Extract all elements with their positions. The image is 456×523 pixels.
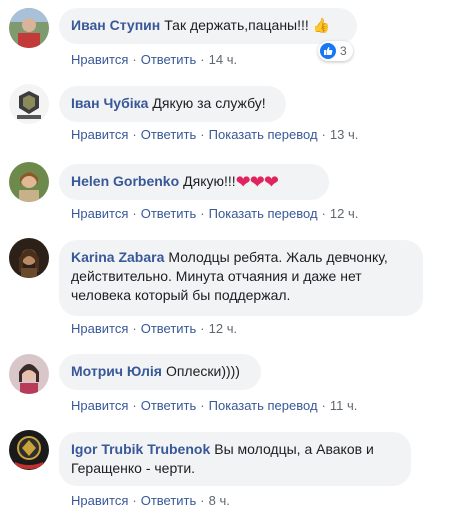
timestamp[interactable]: 12 ч. [330,206,358,221]
reaction-count-value: 3 [340,44,347,58]
separator: · [132,52,137,67]
comment-author[interactable]: Іван Чубіка [71,95,148,111]
separator: · [200,398,205,413]
comment-actions: Нравится · Ответить · Показать перевод · 11 ч. [71,398,357,414]
comment-bubble: Karina Zabara Молодцы ребята. Жаль девчон… [59,240,423,316]
avatar[interactable] [9,8,49,48]
separator: · [200,127,205,142]
avatar-person-icon [9,354,49,394]
comment-text: Так держать,пацаны!!! [164,17,313,33]
separator: · [200,493,205,508]
separator: · [200,206,205,221]
timestamp[interactable]: 12 ч. [209,321,237,336]
comment-text: Дякую за службу! [152,95,266,111]
avatar[interactable] [9,354,49,394]
like-link[interactable]: Нравится [71,206,128,221]
avatar[interactable] [9,84,49,124]
reply-link[interactable]: Ответить [141,493,197,508]
separator: · [200,321,205,336]
like-reaction-icon [320,43,336,59]
reply-link[interactable]: Ответить [141,398,197,413]
avatar-person-icon [9,162,49,202]
see-translation-link[interactable]: Показать перевод [209,127,318,142]
thumbs-up-emoji: 👍 [312,18,331,34]
timestamp[interactable]: 13 ч. [330,127,358,142]
avatar[interactable] [9,430,49,470]
comment-author[interactable]: Иван Ступин [71,17,160,33]
reply-link[interactable]: Ответить [141,127,197,142]
comment-author[interactable]: Мотрич Юлія [71,363,162,379]
reply-link[interactable]: Ответить [141,206,197,221]
separator: · [200,52,205,67]
separator: · [321,127,326,142]
reaction-count[interactable]: 3 [318,41,353,61]
avatar-badge-icon [9,84,49,124]
comment-author[interactable]: Igor Trubik Trubenok [71,441,210,457]
like-link[interactable]: Нравится [71,127,128,142]
comment-actions: Нравится · Ответить · Показать перевод · 12 ч. [71,206,358,222]
separator: · [132,127,137,142]
separator: · [132,321,137,336]
comment-bubble: Igor Trubik Trubenok Вы молодцы, а Аваков… [59,432,411,486]
timestamp[interactable]: 8 ч. [209,493,230,508]
avatar[interactable] [9,238,49,278]
comment-text: Дякую!!! [183,173,236,189]
comment-actions: Нравится · Ответить · 12 ч. [71,321,237,337]
like-link[interactable]: Нравится [71,493,128,508]
separator: · [321,398,326,413]
comment-actions: Нравится · Ответить · 8 ч. [71,493,230,509]
like-link[interactable]: Нравится [71,52,128,67]
avatar-person-icon [9,8,49,48]
like-link[interactable]: Нравится [71,398,128,413]
timestamp[interactable]: 14 ч. [209,52,237,67]
separator: · [132,493,137,508]
comment-actions: Нравится · Ответить · Показать перевод · 13 ч. [71,127,358,143]
comment-author[interactable]: Karina Zabara [71,249,164,265]
comment-bubble: Мотрич Юлія Оплески)))) [59,354,261,390]
timestamp[interactable]: 11 ч. [330,398,358,413]
see-translation-link[interactable]: Показать перевод [209,398,318,413]
comment-bubble: Іван Чубіка Дякую за службу! [59,86,286,122]
reply-link[interactable]: Ответить [141,52,197,67]
separator: · [132,398,137,413]
avatar-person-icon [9,238,49,278]
comment-actions: Нравится · Ответить · 14 ч. [71,52,237,68]
reply-link[interactable]: Ответить [141,321,197,336]
comment-bubble: Иван Ступин Так держать,пацаны!!! 👍 [59,8,357,44]
see-translation-link[interactable]: Показать перевод [209,206,318,221]
comment-bubble: Helen Gorbenko Дякую!!!❤❤❤ [59,164,329,200]
avatar-emblem-icon [9,430,49,470]
comment-text: Оплески)))) [165,363,240,379]
avatar[interactable] [9,162,49,202]
separator: · [132,206,137,221]
comment-author[interactable]: Helen Gorbenko [71,173,179,189]
separator: · [321,206,326,221]
like-link[interactable]: Нравится [71,321,128,336]
heart-emoji: ❤❤❤ [235,172,279,192]
